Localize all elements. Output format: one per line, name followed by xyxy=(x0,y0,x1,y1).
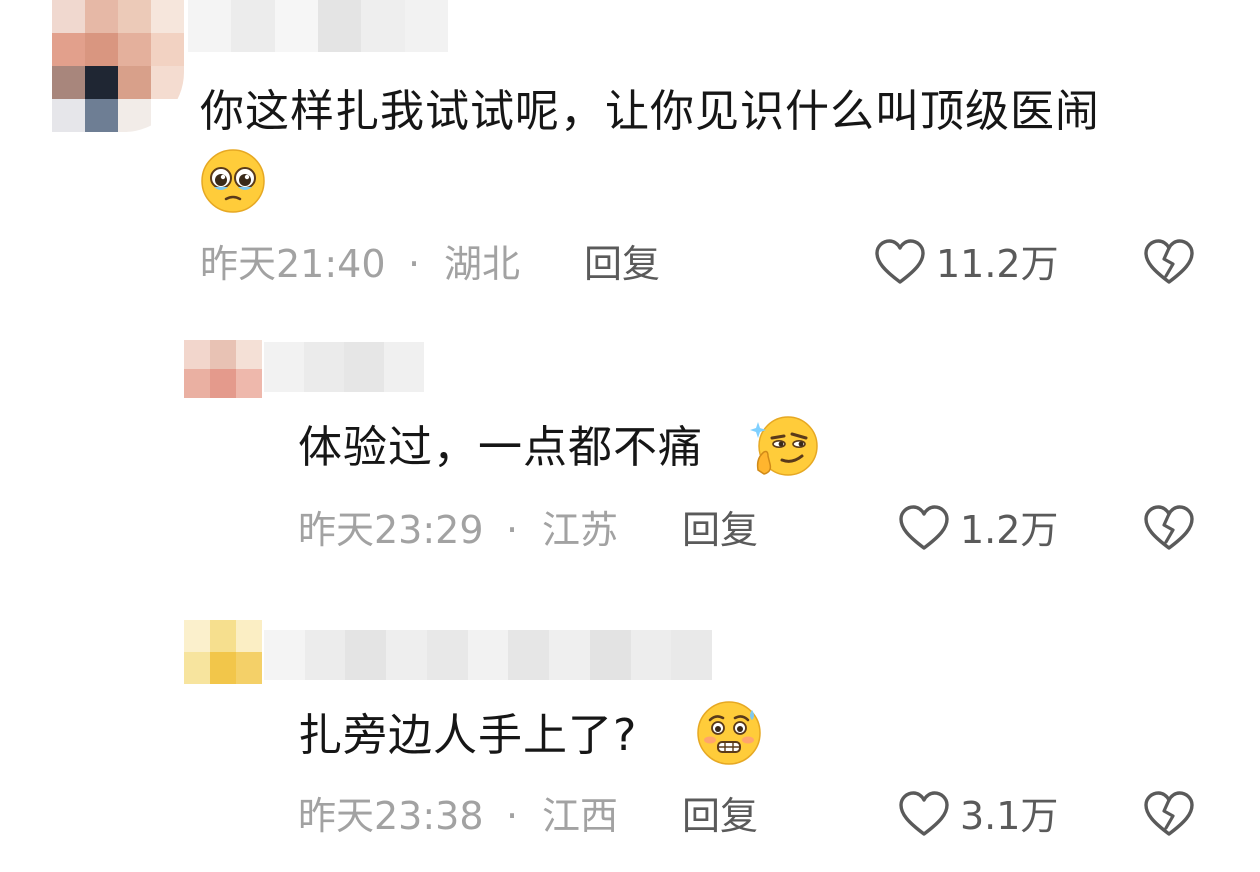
reply-button[interactable]: 回复 xyxy=(682,794,758,838)
like-count: 3.1万 xyxy=(960,794,1059,838)
like-count: 1.2万 xyxy=(960,508,1059,552)
broken-heart-icon[interactable] xyxy=(1143,790,1195,838)
avatar[interactable] xyxy=(184,340,262,398)
comment-timestamp: 昨天23:38 xyxy=(298,794,484,838)
meta-separator: · xyxy=(506,508,519,552)
comment-timestamp: 昨天21:40 xyxy=(200,242,386,286)
like-count: 11.2万 xyxy=(936,242,1059,286)
worried-grimace-face-icon xyxy=(697,701,761,765)
username-redacted[interactable] xyxy=(264,630,712,680)
comment-location: 江苏 xyxy=(542,508,619,552)
smirk-thinking-face-icon xyxy=(750,416,818,476)
pleading-face-icon xyxy=(201,149,265,213)
reply-button[interactable]: 回复 xyxy=(584,242,660,286)
meta-separator: · xyxy=(408,242,421,286)
comment-text: 你这样扎我试试呢，让你见识什么叫顶级医闹 xyxy=(200,86,1100,137)
reply-button[interactable]: 回复 xyxy=(682,508,758,552)
avatar[interactable] xyxy=(184,620,262,684)
broken-heart-icon[interactable] xyxy=(1143,504,1195,552)
heart-icon[interactable] xyxy=(898,790,950,838)
avatar[interactable] xyxy=(52,0,184,132)
comment-timestamp: 昨天23:29 xyxy=(298,508,484,552)
comment-text: 体验过，一点都不痛 xyxy=(298,422,703,473)
meta-separator: · xyxy=(506,794,519,838)
heart-icon[interactable] xyxy=(874,238,926,286)
heart-icon[interactable] xyxy=(898,504,950,552)
username-redacted[interactable] xyxy=(188,0,448,52)
comment-location: 湖北 xyxy=(444,242,521,286)
comment-location: 江西 xyxy=(542,794,619,838)
username-redacted[interactable] xyxy=(264,342,424,392)
comment-text: 扎旁边人手上了? xyxy=(298,710,638,761)
broken-heart-icon[interactable] xyxy=(1143,238,1195,286)
